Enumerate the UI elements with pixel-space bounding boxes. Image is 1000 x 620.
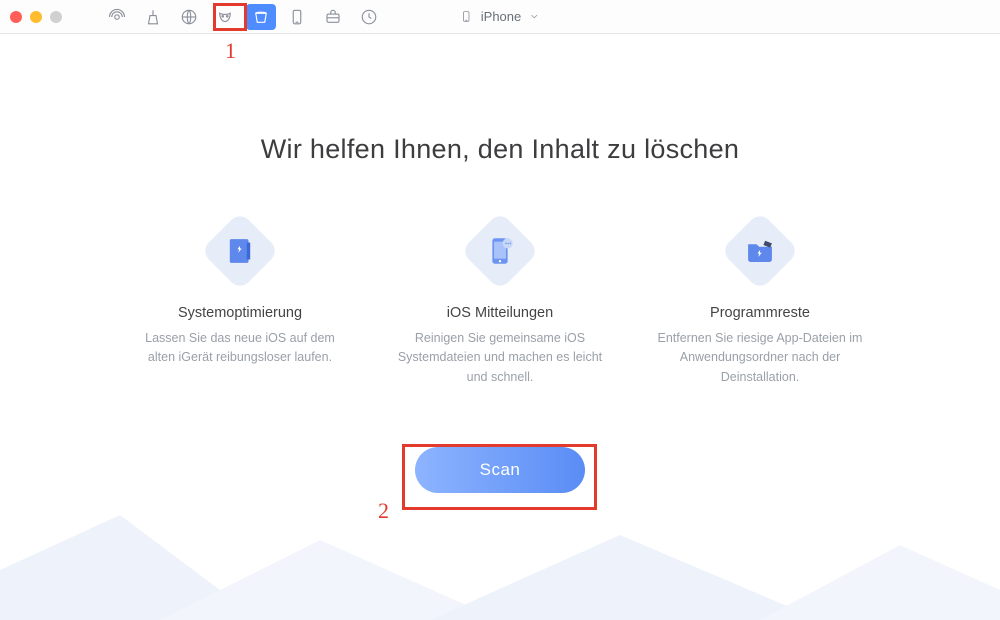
toolbar-tabs bbox=[102, 4, 384, 30]
toolbar: iPhone bbox=[0, 0, 1000, 34]
feature-icon-appfolder bbox=[720, 211, 799, 290]
page-title: Wir helfen Ihnen, den Inhalt zu löschen bbox=[0, 134, 1000, 165]
airplay-icon[interactable] bbox=[102, 4, 132, 30]
feature-desc: Reinigen Sie gemeinsame iOS Systemdateie… bbox=[390, 329, 610, 387]
feature-title: Programmreste bbox=[710, 305, 810, 321]
window-controls bbox=[10, 11, 62, 23]
minimize-window-icon[interactable] bbox=[30, 11, 42, 23]
feature-row: Systemoptimierung Lassen Sie das neue iO… bbox=[0, 223, 1000, 387]
feature-title: iOS Mitteilungen bbox=[447, 305, 553, 321]
device-small-icon bbox=[460, 10, 473, 23]
history-icon[interactable] bbox=[354, 4, 384, 30]
feature-desc: Entfernen Sie riesige App-Dateien im Anw… bbox=[650, 329, 870, 387]
chevron-down-icon bbox=[529, 11, 540, 22]
scan-button[interactable]: Scan bbox=[415, 447, 585, 493]
annotation-label-2: 2 bbox=[378, 498, 389, 524]
feature-icon-phone bbox=[460, 211, 539, 290]
feature-program-remnants: Programmreste Entfernen Sie riesige App-… bbox=[650, 223, 870, 387]
device-icon[interactable] bbox=[282, 4, 312, 30]
bucket-icon[interactable] bbox=[246, 4, 276, 30]
feature-title: Systemoptimierung bbox=[178, 305, 302, 321]
feature-system-optimization: Systemoptimierung Lassen Sie das neue iO… bbox=[130, 223, 350, 387]
device-picker-label: iPhone bbox=[481, 9, 521, 24]
main-content: Wir helfen Ihnen, den Inhalt zu löschen … bbox=[0, 34, 1000, 620]
feature-icon-folder bbox=[200, 211, 279, 290]
close-window-icon[interactable] bbox=[10, 11, 22, 23]
globe-icon[interactable] bbox=[174, 4, 204, 30]
feature-ios-notifications: iOS Mitteilungen Reinigen Sie gemeinsame… bbox=[390, 223, 610, 387]
briefcase-icon[interactable] bbox=[318, 4, 348, 30]
fullscreen-window-icon[interactable] bbox=[50, 11, 62, 23]
decorative-mountains bbox=[0, 500, 1000, 620]
feature-desc: Lassen Sie das neue iOS auf dem alten iG… bbox=[130, 329, 350, 368]
brush-icon[interactable] bbox=[138, 4, 168, 30]
device-picker[interactable]: iPhone bbox=[460, 9, 540, 24]
scan-area: Scan bbox=[0, 447, 1000, 493]
mask-icon[interactable] bbox=[210, 4, 240, 30]
